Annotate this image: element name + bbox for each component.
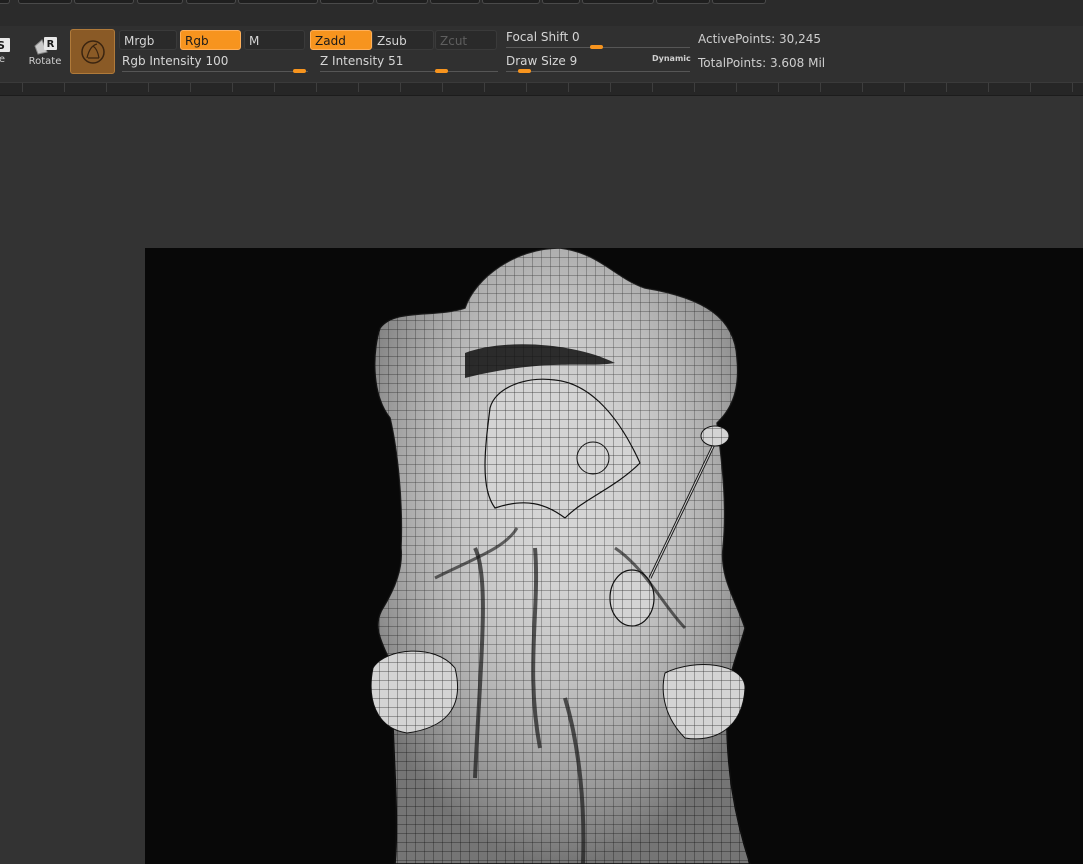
focal-shift-label: Focal Shift: [506, 30, 569, 44]
slider-track: [320, 71, 498, 72]
rgb-intensity-value: 100: [205, 54, 229, 68]
active-points-value: 30,245: [779, 32, 822, 46]
active-points-label: ActivePoints:: [698, 32, 776, 46]
viewport-canvas[interactable]: [145, 248, 1083, 864]
zadd-button[interactable]: Zadd: [310, 30, 372, 50]
menu-tab[interactable]: [430, 0, 480, 4]
z-intensity-value: 51: [388, 54, 404, 68]
rotate-label: Rotate: [28, 56, 62, 67]
mesh-eye: [576, 441, 610, 475]
mrgb-button[interactable]: Mrgb: [119, 30, 177, 50]
rotate-button[interactable]: R Rotate: [26, 36, 64, 67]
menu-tab[interactable]: [376, 0, 428, 4]
total-points-label: TotalPoints:: [698, 56, 767, 70]
total-points-readout: TotalPoints: 3.608 Mil: [698, 56, 825, 70]
menu-tab[interactable]: [186, 0, 236, 4]
menu-tab[interactable]: [712, 0, 766, 4]
menu-tab[interactable]: [137, 0, 183, 4]
focal-shift-value: 0: [572, 30, 580, 44]
menu-strip: [0, 0, 1083, 26]
rgb-button[interactable]: Rgb: [180, 30, 241, 50]
focal-shift-slider[interactable]: Focal Shift 0: [506, 30, 690, 50]
slider-knob[interactable]: [293, 69, 306, 73]
material-button[interactable]: [70, 29, 115, 74]
scale-button[interactable]: S e: [0, 36, 12, 65]
slider-knob[interactable]: [590, 45, 603, 49]
material-sphere-icon: [81, 40, 105, 64]
slider-knob[interactable]: [518, 69, 531, 73]
sculpt-mesh: [370, 248, 751, 864]
rgb-intensity-slider[interactable]: Rgb Intensity 100: [122, 54, 308, 74]
z-intensity-label: Z Intensity: [320, 54, 385, 68]
tool-letter: R: [47, 39, 55, 50]
dynamic-toggle[interactable]: Dynamic: [652, 54, 691, 63]
menu-tab[interactable]: [320, 0, 374, 4]
z-intensity-slider[interactable]: Z Intensity 51: [320, 54, 498, 74]
zcut-button[interactable]: Zcut: [435, 30, 497, 50]
menu-tab[interactable]: [482, 0, 540, 4]
brush-tip: [700, 425, 730, 447]
tool-letter: S: [0, 39, 5, 52]
menu-tab[interactable]: [18, 0, 72, 4]
menu-tab[interactable]: [238, 0, 318, 4]
zsub-button[interactable]: Zsub: [372, 30, 434, 50]
menu-tab[interactable]: [656, 0, 710, 4]
active-points-readout: ActivePoints: 30,245: [698, 32, 821, 46]
draw-size-label: Draw Size: [506, 54, 566, 68]
menu-tab[interactable]: [542, 0, 580, 4]
slider-track: [506, 71, 690, 72]
m-button[interactable]: M: [244, 30, 305, 50]
slider-track: [122, 71, 308, 72]
menu-tab[interactable]: [0, 0, 10, 4]
scale-label: e: [0, 54, 6, 65]
draw-size-value: 9: [569, 54, 578, 68]
rotate-icon: R: [34, 37, 57, 55]
mesh-shading: [374, 248, 750, 864]
slider-knob[interactable]: [435, 69, 448, 73]
total-points-value: 3.608 Mil: [769, 56, 826, 70]
scale-icon: S: [0, 38, 10, 52]
toolbar-divider: [0, 82, 1083, 96]
menu-tab[interactable]: [74, 0, 134, 4]
rgb-intensity-label: Rgb Intensity: [122, 54, 202, 68]
menu-tab[interactable]: [582, 0, 654, 4]
